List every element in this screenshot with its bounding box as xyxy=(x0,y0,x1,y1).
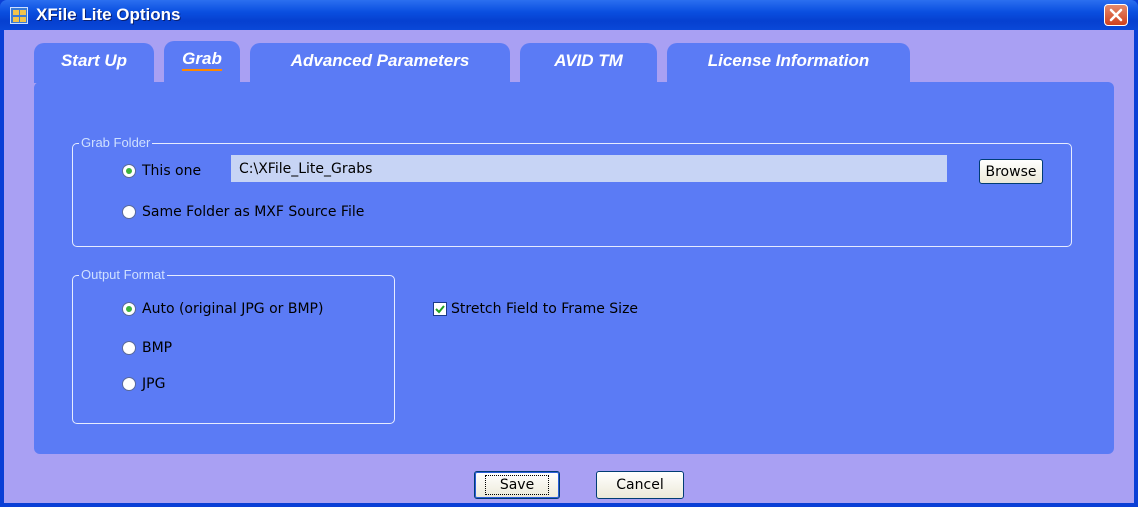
radio-jpg-label: JPG xyxy=(142,376,166,392)
radio-this-one-label: This one xyxy=(142,163,202,179)
tab-grab[interactable]: Grab xyxy=(164,41,240,83)
output-format-legend: Output Format xyxy=(79,267,167,283)
radio-indicator[interactable] xyxy=(122,341,136,355)
grab-folder-legend: Grab Folder xyxy=(79,135,153,151)
tab-advanced-parameters[interactable]: Advanced Parameters xyxy=(250,43,510,83)
radio-bmp[interactable]: BMP xyxy=(122,340,172,356)
checkbox-indicator[interactable] xyxy=(433,302,447,316)
grab-folder-path-input[interactable] xyxy=(231,155,947,182)
radio-jpg[interactable]: JPG xyxy=(122,376,165,392)
options-window: XFile Lite Options Start Up Grab Advance… xyxy=(0,0,1138,507)
title-bar[interactable]: XFile Lite Options xyxy=(0,0,1138,30)
radio-bmp-label: BMP xyxy=(142,340,173,356)
radio-indicator[interactable] xyxy=(122,377,136,391)
radio-indicator[interactable] xyxy=(122,205,136,219)
window-title: XFile Lite Options xyxy=(36,5,181,24)
radio-indicator[interactable] xyxy=(122,164,136,178)
close-button[interactable] xyxy=(1104,4,1128,26)
output-format-group: Output Format xyxy=(72,267,395,424)
save-button-label: Save xyxy=(484,475,550,495)
save-button[interactable]: Save xyxy=(474,471,560,499)
radio-auto[interactable]: Auto (original JPG or BMP) xyxy=(122,301,323,317)
cancel-button[interactable]: Cancel xyxy=(596,471,684,499)
app-icon xyxy=(10,7,28,24)
checkmark-icon xyxy=(435,305,445,314)
stretch-label: Stretch Field to Frame Size xyxy=(451,301,639,317)
radio-auto-label: Auto (original JPG or BMP) xyxy=(142,301,324,317)
radio-indicator[interactable] xyxy=(122,302,136,316)
tab-license-information[interactable]: License Information xyxy=(667,43,910,83)
stretch-checkbox[interactable]: Stretch Field to Frame Size xyxy=(433,301,638,317)
tab-avid-tm[interactable]: AVID TM xyxy=(520,43,657,83)
radio-same-folder-label: Same Folder as MXF Source File xyxy=(142,204,365,220)
radio-this-one[interactable]: This one xyxy=(122,163,201,179)
tab-start-up[interactable]: Start Up xyxy=(34,43,154,83)
close-icon xyxy=(1109,8,1123,22)
radio-same-folder[interactable]: Same Folder as MXF Source File xyxy=(122,204,364,220)
browse-button[interactable]: Browse xyxy=(979,159,1043,184)
